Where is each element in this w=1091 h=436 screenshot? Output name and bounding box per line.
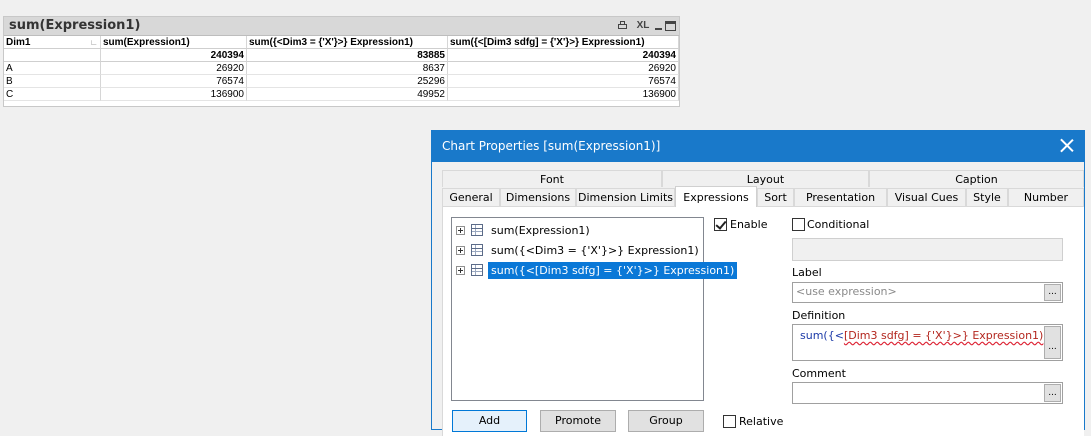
expressions-tree[interactable]: sum(Expression1) sum({<Dim3 = {'X'}>} Ex… bbox=[451, 217, 738, 401]
label-placeholder: <use expression> bbox=[796, 285, 897, 298]
value-cell: 8637 bbox=[247, 62, 448, 75]
value-cell: 136900 bbox=[101, 88, 247, 101]
table-icon bbox=[471, 244, 483, 256]
comment-input[interactable]: ... bbox=[792, 382, 1063, 404]
label-caption: Label bbox=[792, 266, 822, 279]
table-caption-bar: sum(Expression1) XL bbox=[4, 17, 679, 36]
label-input[interactable]: <use expression> ... bbox=[792, 282, 1063, 303]
table-row: B 76574 25296 76574 bbox=[4, 75, 679, 88]
sort-icon: ∟ bbox=[90, 38, 98, 47]
table-title: sum(Expression1) bbox=[9, 18, 141, 33]
close-icon[interactable] bbox=[1060, 138, 1074, 152]
conditional-checkbox[interactable] bbox=[792, 218, 805, 231]
relative-checkbox[interactable] bbox=[723, 415, 736, 428]
tab-presentation[interactable]: Presentation bbox=[794, 188, 887, 206]
total-cell bbox=[4, 49, 101, 62]
tab-dimension-limits[interactable]: Dimension Limits bbox=[576, 188, 675, 206]
tab-number[interactable]: Number bbox=[1008, 188, 1084, 206]
column-header-expr3[interactable]: sum({<[Dim3 sdfg] = {'X'}>} Expression1) bbox=[448, 36, 679, 49]
table-header-row: Dim1 ∟ sum(Expression1) sum({<Dim3 = {'X'… bbox=[4, 36, 679, 49]
tab-dimensions[interactable]: Dimensions bbox=[500, 188, 576, 206]
tab-caption[interactable]: Caption bbox=[869, 170, 1084, 187]
enable-label: Enable bbox=[730, 218, 768, 231]
expression-label[interactable]: sum(Expression1) bbox=[488, 222, 593, 239]
chart-properties-dialog: Chart Properties [sum(Expression1)] Font… bbox=[431, 130, 1085, 436]
tab-sort[interactable]: Sort bbox=[757, 188, 794, 206]
send-to-excel-icon[interactable]: XL bbox=[632, 19, 654, 33]
dialog-title-bar[interactable]: Chart Properties [sum(Expression1)] bbox=[432, 131, 1084, 162]
table-icon bbox=[471, 224, 483, 236]
expand-icon[interactable] bbox=[456, 226, 465, 235]
value-cell: 25296 bbox=[247, 75, 448, 88]
table-row: C 136900 49952 136900 bbox=[4, 88, 679, 101]
definition-caption: Definition bbox=[792, 309, 846, 322]
dim-cell[interactable]: B bbox=[4, 75, 101, 88]
tab-visual-cues[interactable]: Visual Cues bbox=[887, 188, 966, 206]
expressions-panel: sum(Expression1) sum({<Dim3 = {'X'}>} Ex… bbox=[442, 206, 1084, 436]
enable-checkbox[interactable] bbox=[714, 218, 727, 231]
value-cell: 49952 bbox=[247, 88, 448, 101]
totals-row: 240394 83885 240394 bbox=[4, 49, 679, 62]
comment-caption: Comment bbox=[792, 367, 846, 380]
conditional-label: Conditional bbox=[807, 218, 870, 231]
value-cell: 76574 bbox=[101, 75, 247, 88]
column-header-expr1[interactable]: sum(Expression1) bbox=[101, 36, 247, 49]
relative-label: Relative bbox=[739, 415, 784, 428]
straight-table: sum(Expression1) XL Dim1 ∟ sum(Expression… bbox=[3, 16, 680, 107]
definition-text: sum({<[Dim3 sdfg] = {'X'}>} Expression1) bbox=[800, 329, 1044, 342]
maximize-icon[interactable] bbox=[665, 19, 676, 33]
print-icon[interactable] bbox=[617, 19, 628, 33]
expression-label-selected[interactable]: sum({<[Dim3 sdfg] = {'X'}>} Expression1) bbox=[488, 262, 738, 279]
value-cell: 26920 bbox=[101, 62, 247, 75]
tab-general[interactable]: General bbox=[442, 188, 500, 206]
expand-icon[interactable] bbox=[456, 246, 465, 255]
expression-label[interactable]: sum({<Dim3 = {'X'}>} Expression1) bbox=[488, 242, 702, 259]
value-cell: 76574 bbox=[448, 75, 679, 88]
value-cell: 136900 bbox=[448, 88, 679, 101]
column-header-dim1[interactable]: Dim1 ∟ bbox=[4, 36, 101, 49]
conditional-field bbox=[792, 238, 1063, 261]
total-cell: 240394 bbox=[448, 49, 679, 62]
table-row: A 26920 8637 26920 bbox=[4, 62, 679, 75]
total-cell: 83885 bbox=[247, 49, 448, 62]
definition-input[interactable]: sum({<[Dim3 sdfg] = {'X'}>} Expression1)… bbox=[792, 324, 1063, 361]
dim-cell[interactable]: C bbox=[4, 88, 101, 101]
total-cell: 240394 bbox=[101, 49, 247, 62]
minimize-icon[interactable] bbox=[654, 19, 663, 33]
table-icon bbox=[471, 264, 483, 276]
dim-cell[interactable]: A bbox=[4, 62, 101, 75]
label-ellipsis-button[interactable]: ... bbox=[1044, 284, 1061, 301]
definition-ellipsis-button[interactable]: ... bbox=[1044, 326, 1061, 359]
tab-layout[interactable]: Layout bbox=[662, 170, 869, 187]
expand-icon[interactable] bbox=[456, 266, 465, 275]
tab-expressions[interactable]: Expressions bbox=[675, 186, 757, 207]
value-cell: 26920 bbox=[448, 62, 679, 75]
tab-style[interactable]: Style bbox=[966, 188, 1008, 206]
comment-ellipsis-button[interactable]: ... bbox=[1044, 384, 1061, 402]
tab-font[interactable]: Font bbox=[442, 170, 662, 187]
dialog-title: Chart Properties [sum(Expression1)] bbox=[442, 139, 661, 153]
column-header-expr2[interactable]: sum({<Dim3 = {'X'}>} Expression1) bbox=[247, 36, 448, 49]
